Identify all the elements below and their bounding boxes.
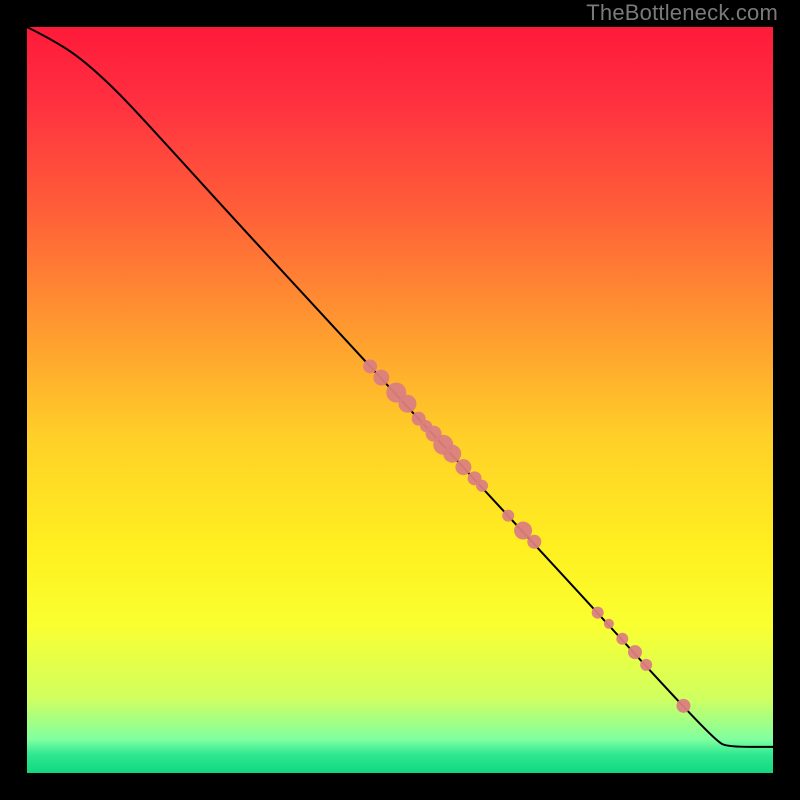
plot-area [27,27,773,773]
chart-svg [27,27,773,773]
data-point [443,445,461,463]
data-point [640,659,652,671]
data-point [398,395,416,413]
data-point [604,619,614,629]
data-point [476,480,488,492]
data-point [502,510,514,522]
data-point [527,535,541,549]
data-point [455,459,471,475]
data-point [363,359,377,373]
data-point [676,699,690,713]
data-point [628,645,642,659]
outer-frame: TheBottleneck.com [0,0,800,800]
data-point [373,370,389,386]
watermark-text: TheBottleneck.com [586,0,778,26]
data-point [616,633,628,645]
data-point [592,607,604,619]
